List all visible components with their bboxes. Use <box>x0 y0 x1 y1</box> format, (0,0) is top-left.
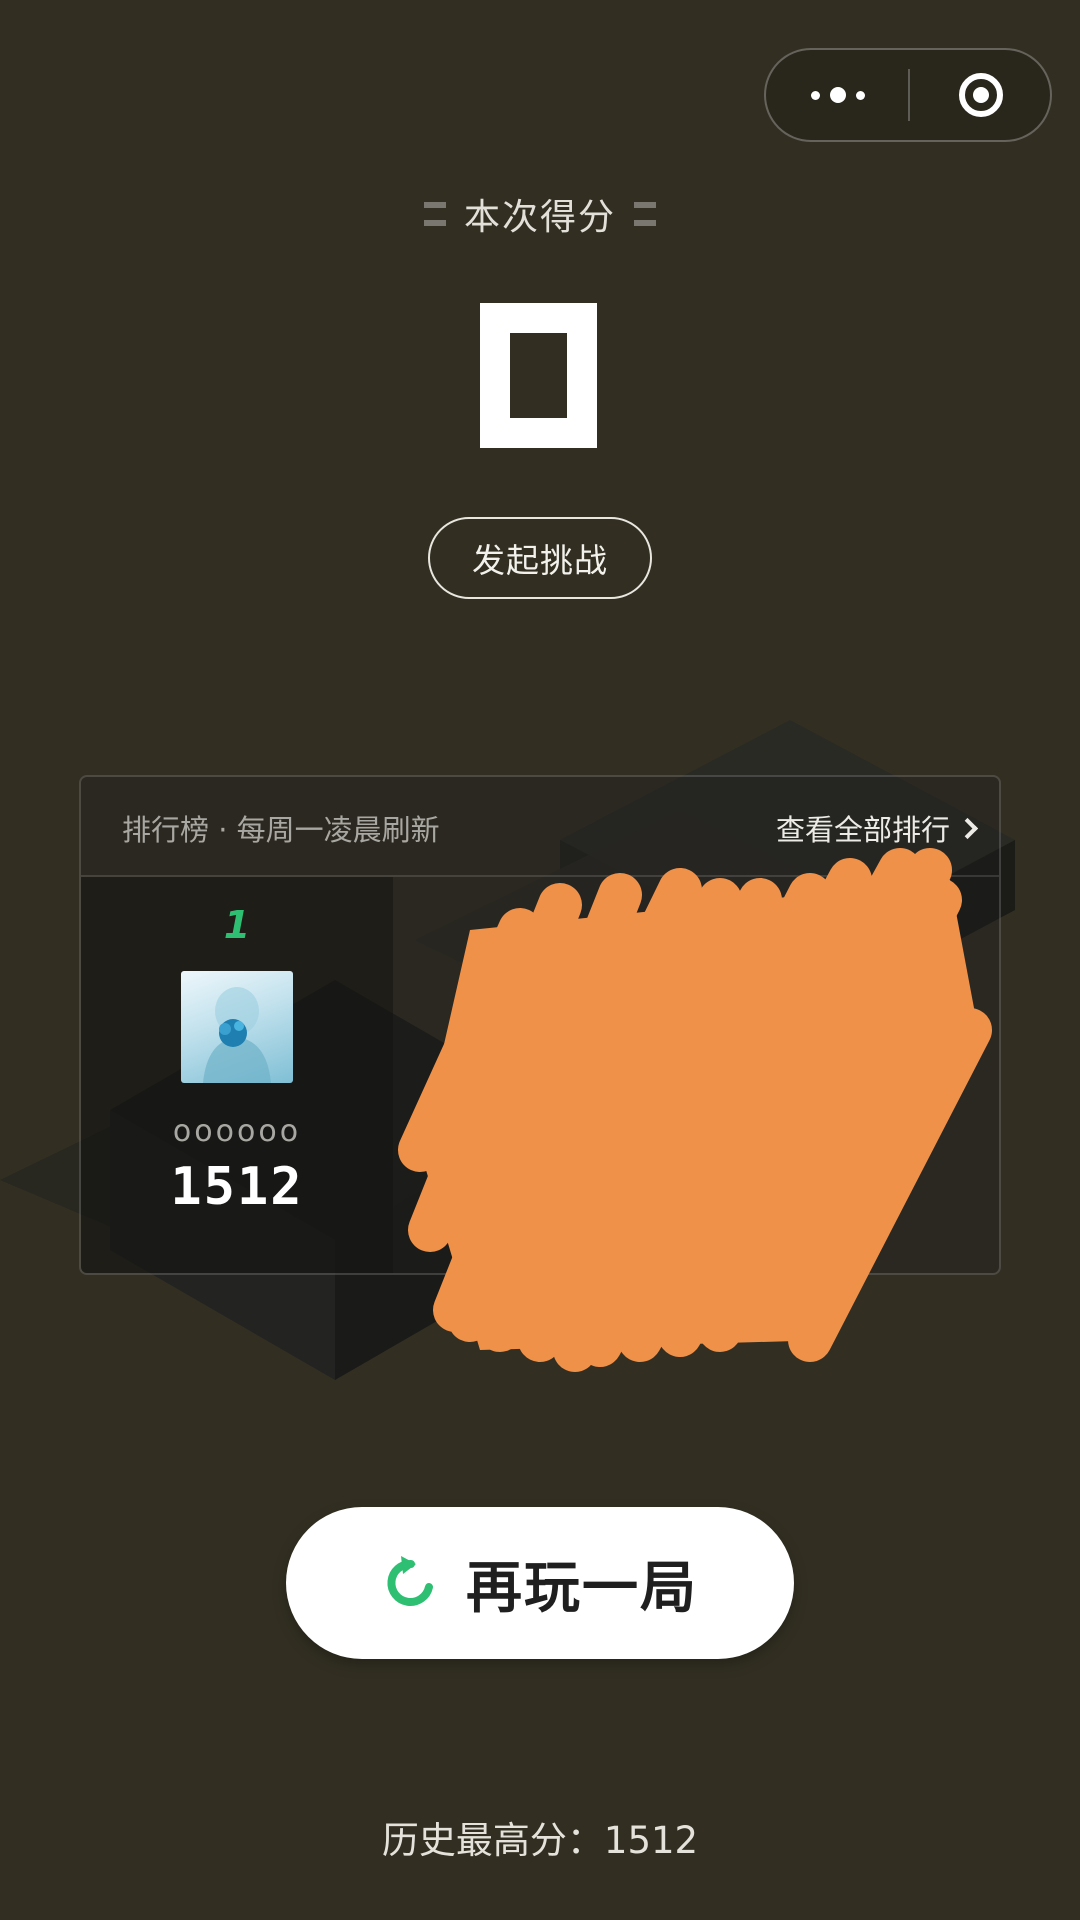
more-dot-icon <box>810 90 820 100</box>
leaderboard-header: 排行榜 · 每周一凌晨刷新 查看全部排行 <box>81 777 999 877</box>
history-value: 1512 <box>603 1819 699 1862</box>
chevron-right-icon <box>956 817 979 839</box>
equals-decoration-icon <box>634 202 656 226</box>
view-all-rankings-link[interactable]: 查看全部排行 <box>775 807 979 849</box>
rank-number: 1 <box>223 903 251 947</box>
challenge-button[interactable]: 发起挑战 <box>428 517 652 599</box>
leaderboard-title: 排行榜 · 每周一凌晨刷新 <box>122 813 440 847</box>
history-high-score: 历史最高分：1512 <box>0 1810 1080 1864</box>
more-options-button[interactable] <box>766 50 909 140</box>
leaderboard-panel: 排行榜 · 每周一凌晨刷新 查看全部排行 1 oooooo 1512 <box>79 775 1001 1275</box>
equals-decoration-icon <box>423 202 446 226</box>
refresh-icon <box>387 1556 433 1606</box>
current-score <box>480 303 597 448</box>
play-again-label: 再玩一局 <box>466 1555 698 1621</box>
close-miniprogram-button[interactable] <box>910 50 1052 140</box>
target-icon <box>959 73 1003 117</box>
history-label: 历史最高分： <box>381 1819 604 1862</box>
view-all-label: 查看全部排行 <box>775 813 950 847</box>
miniprogram-capsule <box>764 48 1052 142</box>
avatar <box>181 971 293 1083</box>
play-again-button[interactable]: 再玩一局 <box>286 1507 794 1659</box>
player-nickname: oooooo <box>172 1114 302 1149</box>
more-dot-icon <box>855 90 865 100</box>
player-score: 1512 <box>170 1157 304 1217</box>
leaderboard-entry[interactable]: 1 oooooo 1512 <box>81 877 393 1273</box>
score-title: 本次得分 <box>0 188 1080 240</box>
score-title-label: 本次得分 <box>463 197 616 238</box>
more-dot-icon <box>829 87 846 103</box>
